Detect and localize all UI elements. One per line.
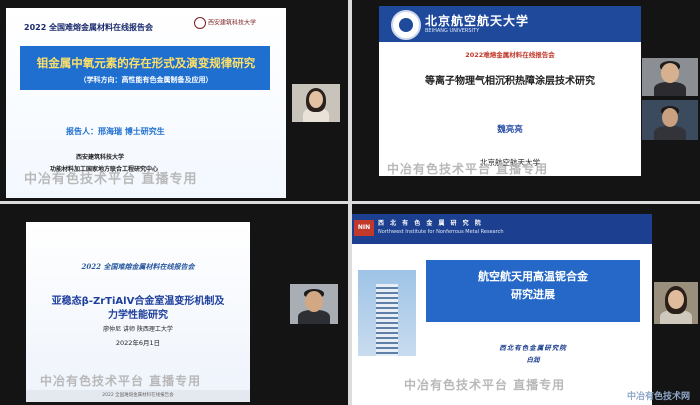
university-name: 北京航空航天大学	[425, 14, 530, 28]
webcam-thumbnail-2b[interactable]	[642, 100, 698, 140]
slide-main-title-line1: 亚稳态β-ZrTiAlV合金室温变形机制及	[51, 296, 225, 307]
slide-main-title-line1: 航空航天用高温铌合金	[478, 270, 588, 283]
institute-name-en: Northwest Institute for Nonferrous Metal…	[378, 229, 504, 235]
webcam-thumbnail-1[interactable]	[292, 84, 340, 122]
university-name-en: BEIHANG UNIVERSITY	[425, 28, 480, 34]
shared-slide-1: 2022 全国难熔金属材料在线报告会 西安建筑科技大学 钼金属中氧元素的存在形式…	[6, 8, 286, 198]
shared-slide-3: 2022 全国难熔金属材料在线报告会 亚稳态β-ZrTiAlV合金室温变形机制及…	[26, 222, 250, 402]
slide-conference-title: 2022 全国难熔金属材料在线报告会	[81, 262, 195, 271]
institute-logo: NIN	[354, 220, 374, 236]
slide-header: 北京航空航天大学 BEIHANG UNIVERSITY	[379, 6, 641, 42]
slide-main-title-line2: 研究进展	[511, 288, 555, 301]
platform-watermark: 中冶有色技术平台 直播专用	[40, 374, 202, 388]
webcam-thumbnail-4[interactable]	[654, 282, 698, 324]
slide-org-1: 西安建筑科技大学	[76, 154, 125, 161]
university-emblem-icon	[391, 10, 421, 40]
slide-main-title: 钼金属中氧元素的存在形式及演变规律研究	[36, 56, 256, 70]
slide-speaker: 廖仲尼 讲师 陕西理工大学	[103, 326, 173, 333]
slide-main-title: 等离子物理气相沉积热障涂层技术研究	[425, 76, 595, 87]
video-panel-3[interactable]: 2022 全国难熔金属材料在线报告会 亚稳态β-ZrTiAlV合金室温变形机制及…	[0, 204, 348, 405]
slide-main-title-line2: 力学性能研究	[108, 310, 168, 321]
platform-watermark: 中冶有色技术平台 直播专用	[387, 162, 549, 176]
slide-conference-title: 2022难熔金属材料在线报告会	[465, 51, 555, 59]
webcam-thumbnail-3[interactable]	[290, 284, 338, 324]
platform-watermark: 中冶有色技术平台 直播专用	[404, 378, 566, 392]
video-panel-2[interactable]: 北京航空航天大学 BEIHANG UNIVERSITY 2022难熔金属材料在线…	[352, 0, 700, 201]
university-seal-icon	[194, 17, 206, 29]
slide-reporter: 报告人：邢海瑞 博士研究生	[66, 127, 165, 136]
institute-name: 西 北 有 色 金 属 研 究 院	[378, 220, 483, 227]
platform-watermark: 中冶有色技术平台 直播专用	[24, 172, 198, 187]
slide-org: 西北有色金属研究院	[499, 344, 567, 352]
slide-date: 2022年6月1日	[115, 339, 161, 347]
slide-speaker-name: 白润	[526, 356, 540, 364]
video-panel-4[interactable]: NIN 西 北 有 色 金 属 研 究 院 Northwest Institut…	[352, 204, 700, 405]
site-watermark: 中冶有色技术网	[626, 392, 690, 402]
video-panel-1[interactable]: 2022 全国难熔金属材料在线报告会 西安建筑科技大学 钼金属中氧元素的存在形式…	[0, 0, 348, 201]
slide-footer: 2022 全国难熔金属材料在线报告会	[26, 390, 250, 402]
slide-header: NIN 西 北 有 色 金 属 研 究 院 Northwest Institut…	[352, 214, 652, 244]
building-photo	[358, 270, 416, 356]
university-logo: 西安建筑科技大学	[194, 17, 284, 31]
slide-speaker-name: 魏亮亮	[497, 125, 523, 135]
shared-slide-4: NIN 西 北 有 色 金 属 研 究 院 Northwest Institut…	[352, 214, 652, 405]
shared-slide-2: 北京航空航天大学 BEIHANG UNIVERSITY 2022难熔金属材料在线…	[379, 6, 641, 176]
slide-conference-title: 2022 全国难熔金属材料在线报告会	[24, 23, 154, 32]
slide-subtitle: （学科方向：高性能有色金属制备及应用）	[79, 76, 213, 84]
webcam-thumbnail-2a[interactable]	[642, 58, 698, 96]
